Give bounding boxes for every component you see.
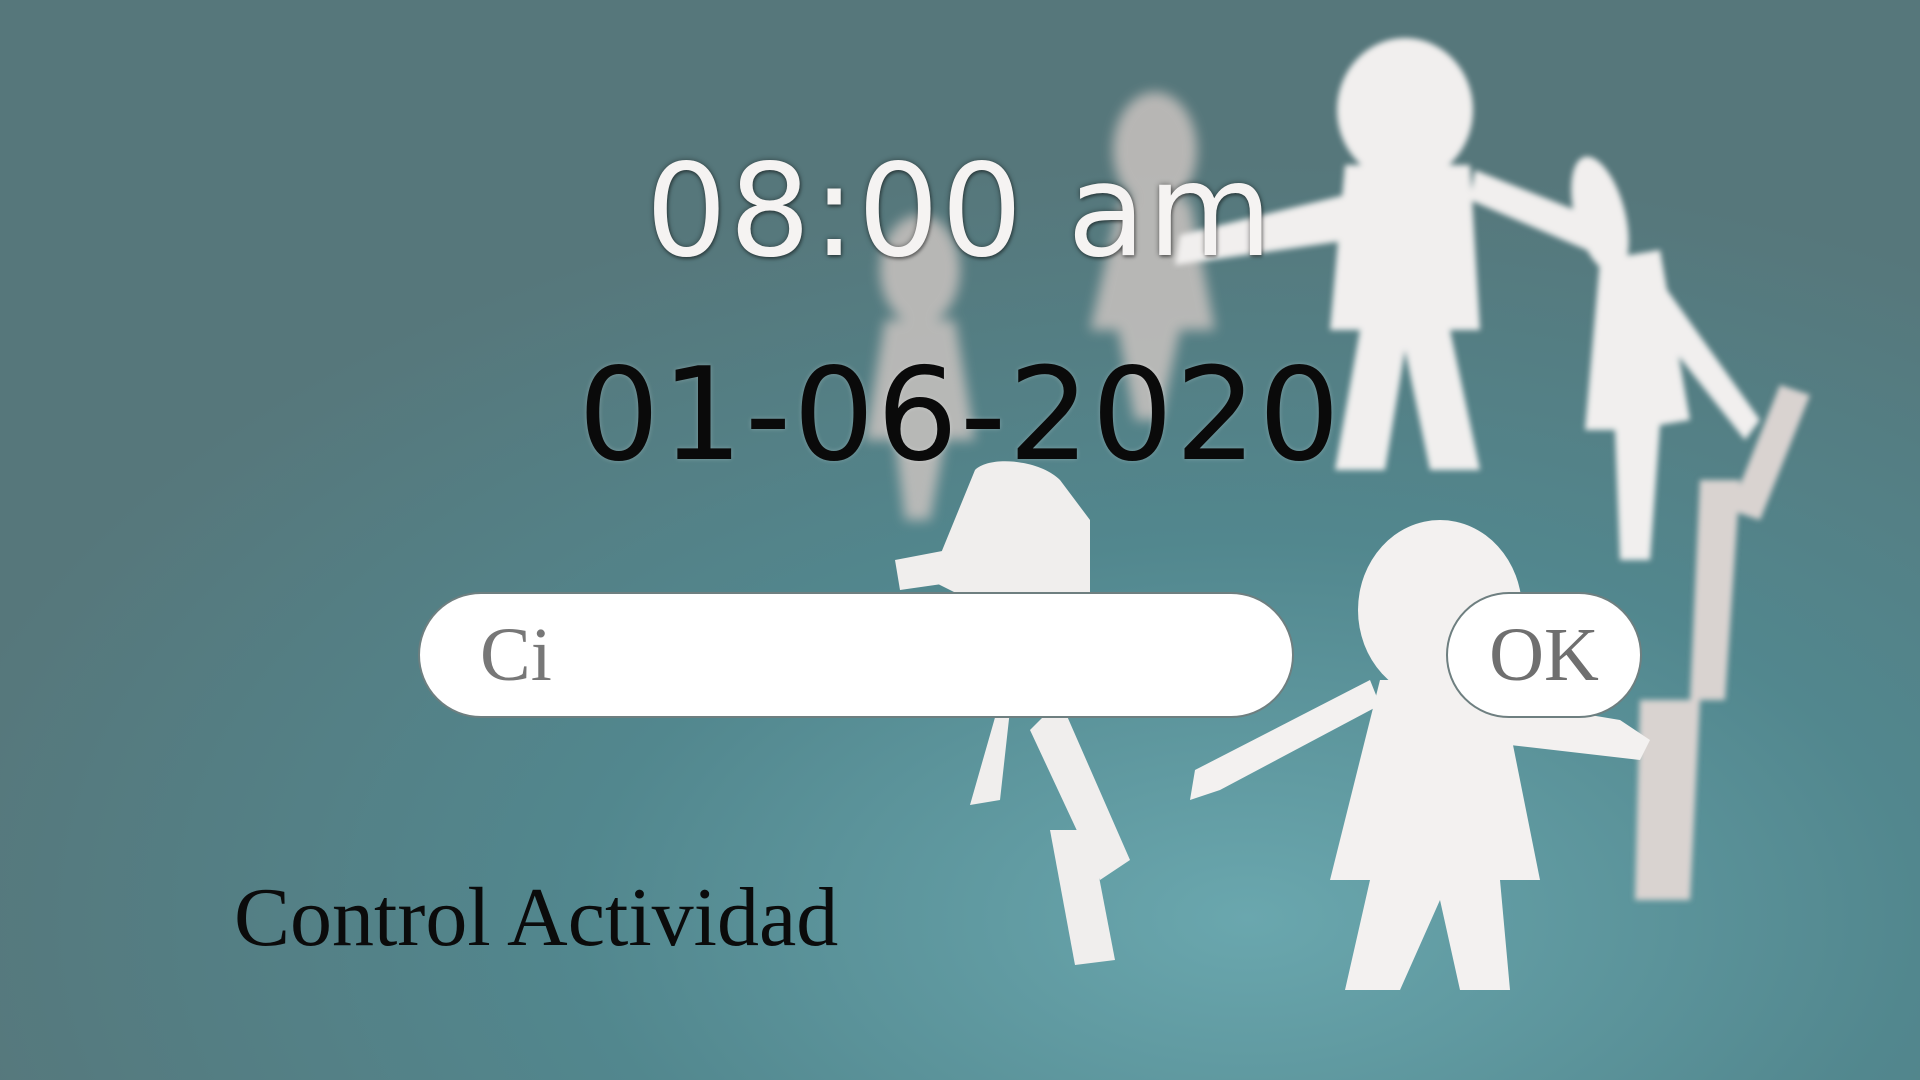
ci-input[interactable]	[418, 592, 1294, 718]
ok-button[interactable]: OK	[1446, 592, 1642, 718]
clock-time: 08:00 am	[645, 137, 1275, 286]
app-title: Control Actividad	[234, 871, 839, 964]
clock-date: 01-06-2020	[578, 341, 1342, 490]
